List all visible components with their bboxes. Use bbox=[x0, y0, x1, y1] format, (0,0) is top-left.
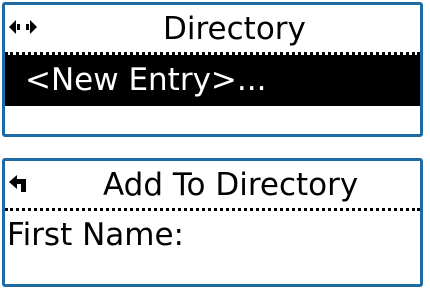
page-title: Directory bbox=[163, 11, 306, 47]
directory-title-bar: Directory bbox=[5, 5, 420, 55]
first-name-field-label: First Name: bbox=[7, 217, 184, 253]
page-title: Add To Directory bbox=[103, 167, 359, 203]
back-arrow-icon bbox=[9, 173, 37, 193]
left-right-arrows-icon bbox=[9, 17, 37, 37]
add-title-bar: Add To Directory bbox=[5, 161, 420, 211]
directory-screen: Directory <New Entry>... bbox=[2, 2, 423, 137]
new-entry-item[interactable]: <New Entry>... bbox=[5, 55, 420, 106]
add-to-directory-screen: Add To Directory First Name: bbox=[2, 158, 423, 287]
